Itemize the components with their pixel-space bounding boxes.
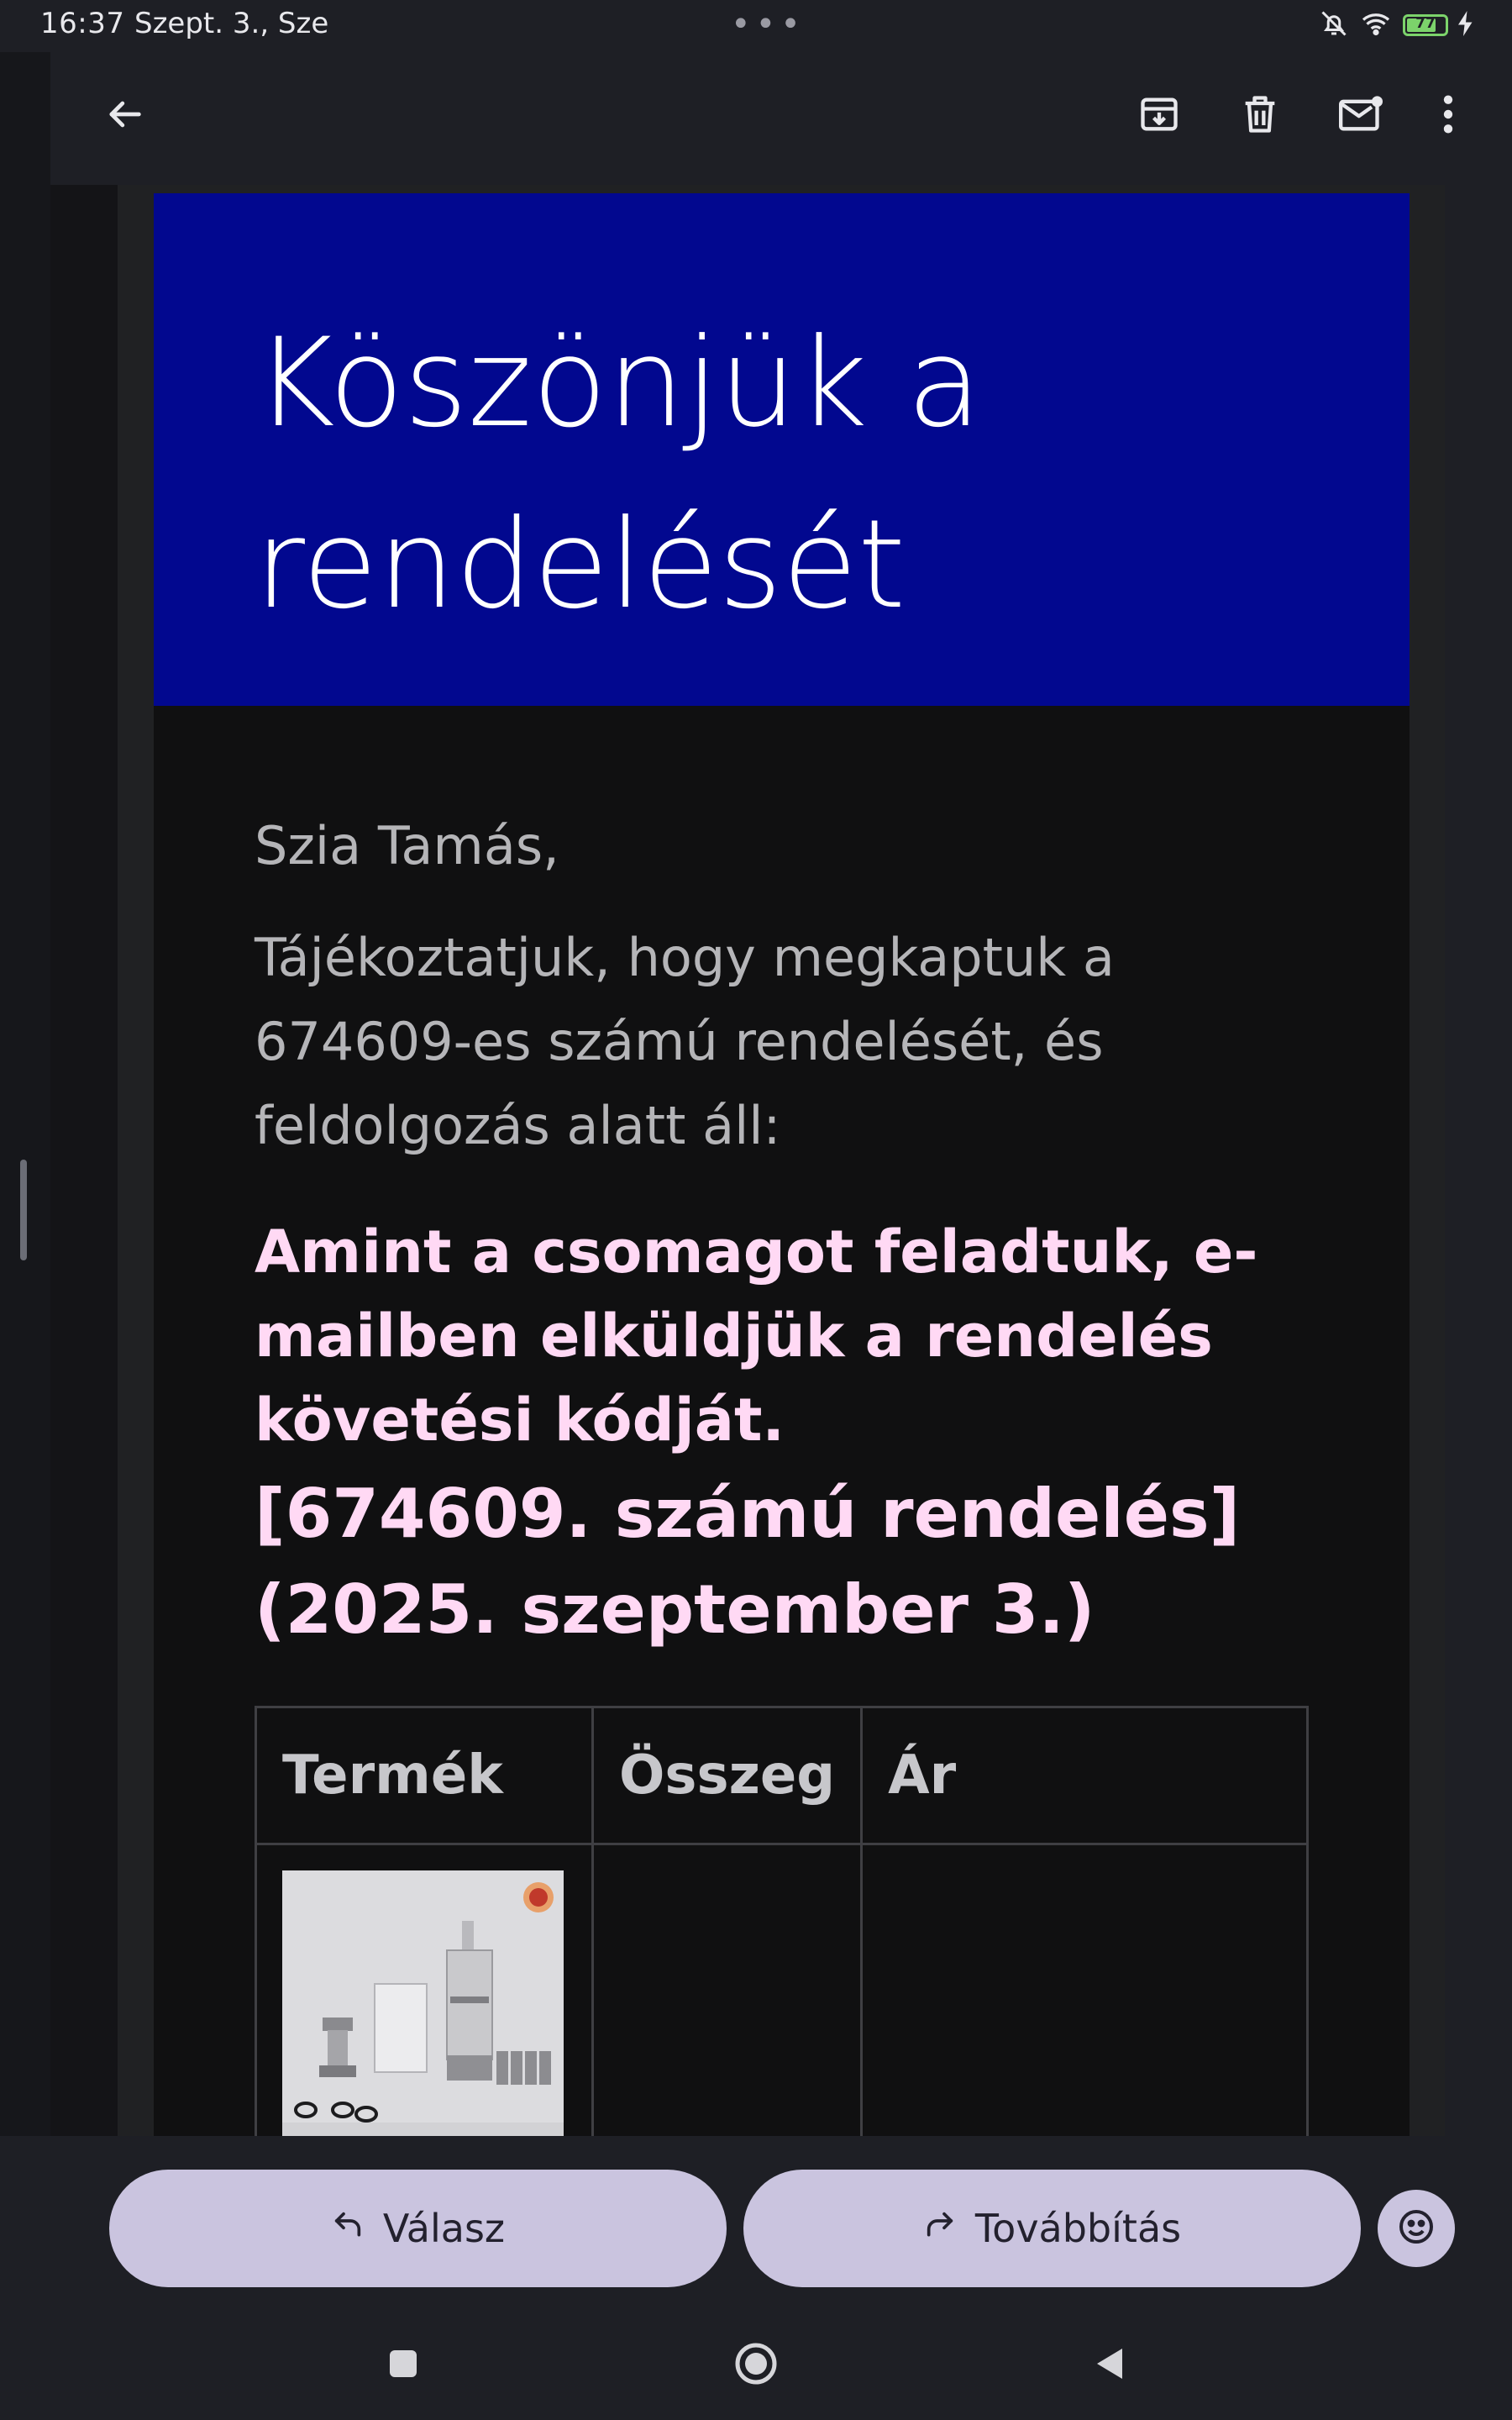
more-vert-icon bbox=[1441, 92, 1455, 139]
edge-strip bbox=[0, 52, 50, 2136]
forward-icon bbox=[923, 2206, 957, 2251]
status-icons: 77 bbox=[1319, 8, 1473, 42]
battery-level: 77 bbox=[1415, 15, 1436, 32]
archive-button[interactable] bbox=[1127, 84, 1191, 148]
amount-cell bbox=[591, 1843, 864, 2136]
column-header-amount: Összeg bbox=[591, 1706, 864, 1845]
reply-icon bbox=[331, 2206, 365, 2251]
archive-icon bbox=[1137, 92, 1181, 139]
delete-button[interactable] bbox=[1228, 84, 1292, 148]
recents-button[interactable] bbox=[374, 2336, 433, 2395]
email-body: Köszönjük a rendelését Szia Tamás, Tájék… bbox=[154, 193, 1410, 2136]
column-header-price: Ár bbox=[860, 1706, 1309, 1845]
column-header-product: Termék bbox=[255, 1706, 594, 1845]
home-circle-icon bbox=[734, 2342, 778, 2389]
emoji-icon bbox=[1396, 2207, 1436, 2250]
email-intro: Tájékoztatjuk, hogy megkaptuk a 674609-e… bbox=[255, 927, 1115, 1156]
email-hero-banner: Köszönjük a rendelését bbox=[154, 193, 1410, 706]
back-button[interactable] bbox=[92, 84, 156, 148]
recents-square-icon bbox=[386, 2347, 420, 2384]
order-items-table: Termék Összeg Ár bbox=[255, 1706, 1309, 2136]
email-content[interactable]: Köszönjük a rendelését Szia Tamás, Tájék… bbox=[50, 185, 1445, 2136]
status-more-dots: ••• bbox=[731, 5, 806, 44]
email-frame: Köszönjük a rendelését Szia Tamás, Tájék… bbox=[118, 185, 1445, 2136]
emoji-reaction-button[interactable] bbox=[1378, 2190, 1455, 2267]
table-row bbox=[255, 1843, 1309, 2136]
email-greeting: Szia Tamás, bbox=[255, 815, 559, 876]
back-arrow-icon bbox=[102, 92, 146, 139]
reply-button[interactable]: Válasz bbox=[109, 2170, 727, 2287]
order-heading: [674609. számú rendelés] (2025. szeptemb… bbox=[255, 1475, 1241, 1649]
home-button[interactable] bbox=[727, 2336, 785, 2395]
mark-unread-icon bbox=[1336, 92, 1385, 139]
nav-back-button[interactable] bbox=[1079, 2336, 1138, 2395]
trash-icon bbox=[1238, 92, 1282, 139]
email-shipping-notice: Amint a csomagot feladtuk, e-mailben elk… bbox=[255, 1218, 1258, 1455]
wifi-icon bbox=[1359, 8, 1393, 42]
battery-icon: 77 bbox=[1403, 14, 1448, 36]
more-options-button[interactable] bbox=[1416, 84, 1480, 148]
edge-drag-handle[interactable] bbox=[20, 1160, 27, 1260]
forward-label: Továbbítás bbox=[974, 2206, 1182, 2251]
product-image[interactable] bbox=[282, 1870, 564, 2136]
status-time: 16:37 bbox=[40, 7, 125, 40]
mark-unread-button[interactable] bbox=[1329, 84, 1393, 148]
table-header-row: Termék Összeg Ár bbox=[255, 1706, 1309, 1845]
atomizer-product-photo bbox=[282, 1870, 564, 2136]
reply-label: Válasz bbox=[382, 2206, 506, 2251]
charging-icon bbox=[1458, 11, 1473, 39]
bell-off-icon bbox=[1319, 8, 1349, 42]
back-triangle-icon bbox=[1092, 2345, 1126, 2386]
status-date: Szept. 3., Sze bbox=[134, 7, 329, 40]
product-cell bbox=[255, 1843, 594, 2136]
forward-button[interactable]: Továbbítás bbox=[743, 2170, 1361, 2287]
price-cell bbox=[860, 1843, 1309, 2136]
email-hero-title: Köszönjük a rendelését bbox=[255, 312, 982, 636]
